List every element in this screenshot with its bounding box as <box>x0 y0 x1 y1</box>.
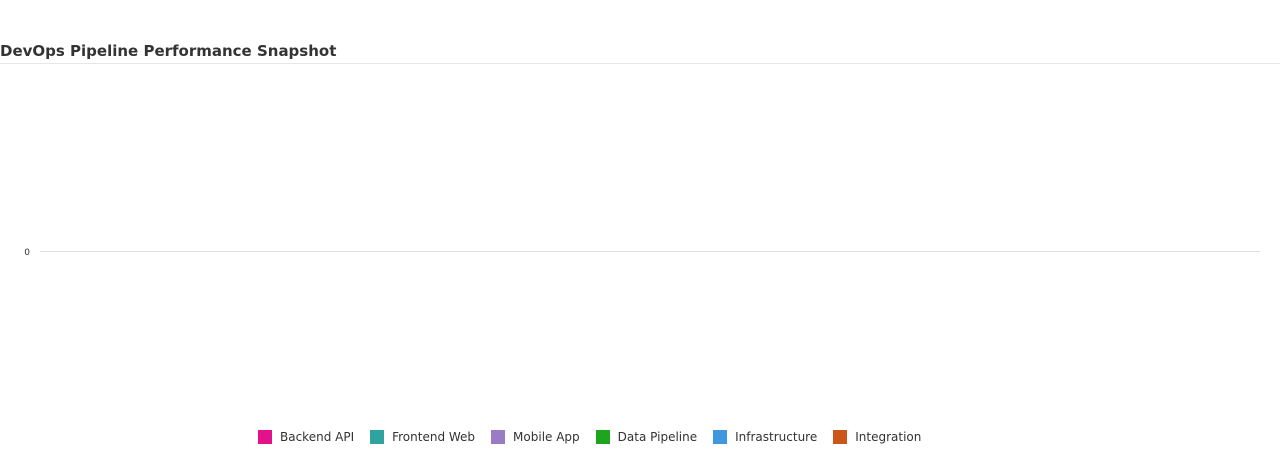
legend-swatch <box>833 430 848 444</box>
y-axis-ticks: 0 <box>24 248 30 258</box>
legend-label: Integration <box>855 430 922 444</box>
legend-item[interactable]: Frontend Web <box>370 430 475 444</box>
legend-swatch <box>713 430 728 444</box>
legend-label: Data Pipeline <box>617 430 698 444</box>
legend-label: Frontend Web <box>392 430 476 444</box>
legend-label: Mobile App <box>513 430 580 444</box>
legend-item[interactable]: Infrastructure <box>713 430 817 444</box>
chart-plot-area: 0 <box>24 248 1260 258</box>
legend-item[interactable]: Mobile App <box>491 430 580 444</box>
chart-legend: Backend API Frontend Web Mobile App Data Pi… <box>258 430 937 444</box>
legend-swatch <box>491 430 506 444</box>
legend-item[interactable]: Backend API <box>258 430 354 444</box>
chart-panel: DevOps Pipeline Performance Snapshot 0 B… <box>0 0 1280 454</box>
legend-item[interactable]: Integration <box>833 430 921 444</box>
y-tick-label: 0 <box>24 248 30 258</box>
legend-swatch <box>258 430 272 444</box>
legend-item[interactable]: Data Pipeline <box>595 430 698 444</box>
legend-label: Infrastructure <box>735 430 818 444</box>
legend-swatch <box>370 430 385 444</box>
legend-label: Backend API <box>280 430 355 444</box>
legend-swatch <box>595 430 610 444</box>
